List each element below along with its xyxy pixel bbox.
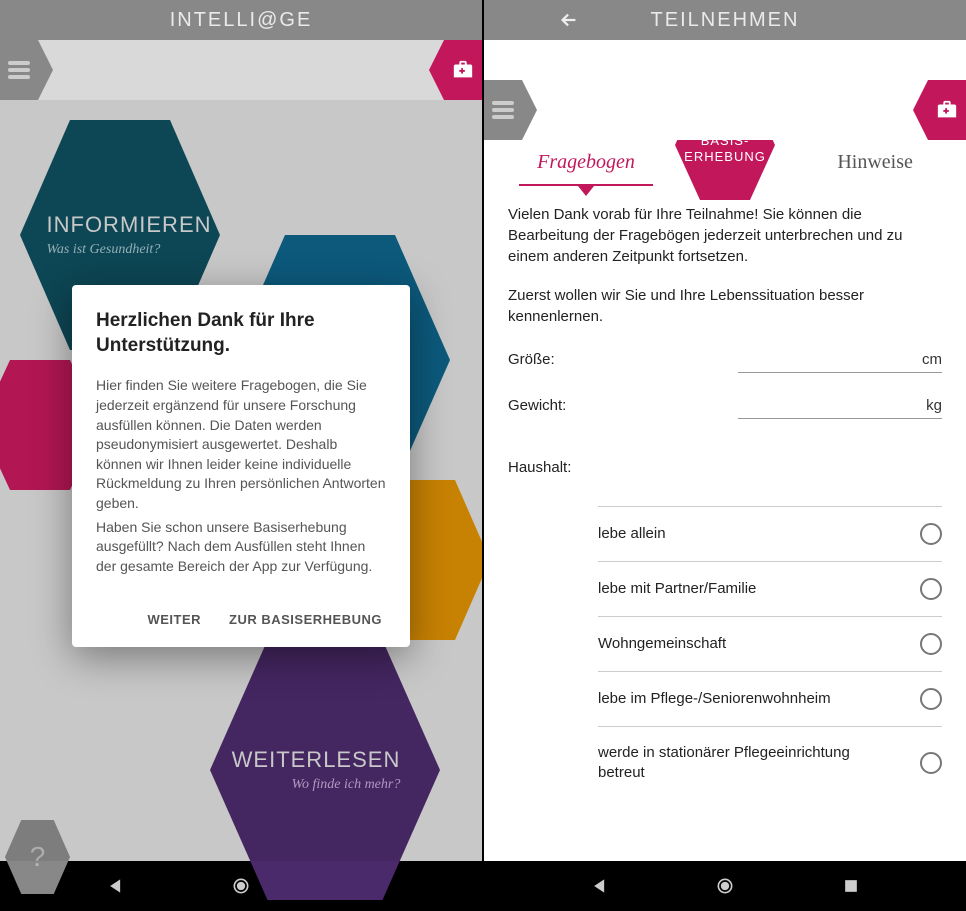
hex-informieren-title: INFORMIEREN <box>47 212 212 238</box>
option-label: werde in stationärer Pflegeeinrichtung b… <box>598 743 858 782</box>
menu-button[interactable] <box>0 40 38 100</box>
tab-fragebogen[interactable]: Fragebogen <box>527 147 645 178</box>
triangle-back-icon <box>590 876 610 896</box>
option-label: lebe mit Partner/Familie <box>598 579 756 599</box>
dialog-continue-button[interactable]: WEITER <box>143 606 205 633</box>
sub-toolbar <box>484 80 966 140</box>
badge-line2: ERHEBUNG <box>684 149 766 165</box>
app-title: INTELLI@GE <box>170 9 313 32</box>
gewicht-input-underline <box>738 418 942 419</box>
dialog-title: Herzlichen Dank für Ihre Unterstützung. <box>96 309 386 358</box>
header-bar: INTELLI@GE <box>0 0 482 40</box>
screen-home: INTELLI@GE INFORMIEREN Was ist Gesundhei… <box>0 0 482 911</box>
tab-hinweise[interactable]: Hinweise <box>827 147 923 178</box>
radio-icon <box>920 752 942 774</box>
option-partner-familie[interactable]: lebe mit Partner/Familie <box>598 562 942 617</box>
hamburger-icon <box>8 61 30 79</box>
hamburger-icon <box>492 101 514 119</box>
thankyou-dialog: Herzlichen Dank für Ihre Unterstützung. … <box>72 285 410 647</box>
field-gewicht[interactable]: Gewicht: kg <box>508 397 942 414</box>
medkit-icon <box>452 59 474 81</box>
radio-icon <box>920 578 942 600</box>
option-pflegewohnheim[interactable]: lebe im Pflege-/Seniorenwohnheim <box>598 672 942 727</box>
sub-toolbar <box>0 40 482 100</box>
triangle-back-icon <box>106 876 126 896</box>
hex-informieren-sub: Was ist Gesundheit? <box>47 242 161 258</box>
dialog-p1: Hier finden Sie weitere Fragebogen, die … <box>96 376 386 513</box>
android-nav-bar <box>484 861 966 911</box>
groesse-label: Größe: <box>508 351 555 368</box>
option-label: Wohngemeinschaft <box>598 634 726 654</box>
option-label: lebe allein <box>598 524 666 544</box>
hex-menu-area: INFORMIEREN Was ist Gesundheit? WEITERLE… <box>0 100 482 861</box>
intro-text-1: Vielen Dank vorab für Ihre Teilnahme! Si… <box>508 204 942 267</box>
medkit-button[interactable] <box>444 40 482 100</box>
menu-button[interactable] <box>484 80 522 140</box>
back-button[interactable] <box>554 0 584 40</box>
groesse-unit: cm <box>922 351 942 368</box>
option-stationaer[interactable]: werde in stationärer Pflegeeinrichtung b… <box>598 727 942 798</box>
option-lebe-allein[interactable]: lebe allein <box>598 506 942 562</box>
help-icon: ? <box>30 841 46 873</box>
medkit-icon <box>936 99 958 121</box>
nav-home-button[interactable] <box>715 876 735 896</box>
groesse-input-underline <box>738 372 942 373</box>
header-bar: TEILNEHMEN <box>484 0 966 40</box>
hex-weiterlesen-sub: Wo finde ich mehr? <box>292 777 401 793</box>
arrow-left-icon <box>558 9 580 31</box>
gewicht-unit: kg <box>926 397 942 414</box>
radio-icon <box>920 523 942 545</box>
android-nav-bar <box>0 861 482 911</box>
square-recent-icon <box>841 876 861 896</box>
form-body: Vielen Dank vorab für Ihre Teilnahme! Si… <box>484 190 966 861</box>
haushalt-options: lebe allein lebe mit Partner/Familie Woh… <box>508 506 942 798</box>
nav-back-button[interactable] <box>106 876 126 896</box>
gewicht-label: Gewicht: <box>508 397 566 414</box>
hex-weiterlesen-title: WEITERLESEN <box>232 747 401 773</box>
screen-teilnehmen: TEILNEHMEN BASIS- ERHEBUNG Fragebogen Hi… <box>484 0 966 911</box>
intro-text-2: Zuerst wollen wir Sie und Ihre Lebenssit… <box>508 285 942 327</box>
dialog-basis-button[interactable]: ZUR BASISERHEBUNG <box>225 606 386 633</box>
dialog-p2: Haben Sie schon unsere Basiserhebung aus… <box>96 518 386 577</box>
page-title: TEILNEHMEN <box>651 9 800 32</box>
circle-home-icon <box>715 876 735 896</box>
option-label: lebe im Pflege-/Seniorenwohnheim <box>598 689 831 709</box>
circle-home-icon <box>231 876 251 896</box>
medkit-button[interactable] <box>928 80 966 140</box>
haushalt-label: Haushalt: <box>508 459 942 476</box>
radio-icon <box>920 633 942 655</box>
nav-recent-button[interactable] <box>841 876 861 896</box>
nav-back-button[interactable] <box>590 876 610 896</box>
field-groesse[interactable]: Größe: cm <box>508 351 942 368</box>
radio-icon <box>920 688 942 710</box>
nav-home-button[interactable] <box>231 876 251 896</box>
option-wg[interactable]: Wohngemeinschaft <box>598 617 942 672</box>
